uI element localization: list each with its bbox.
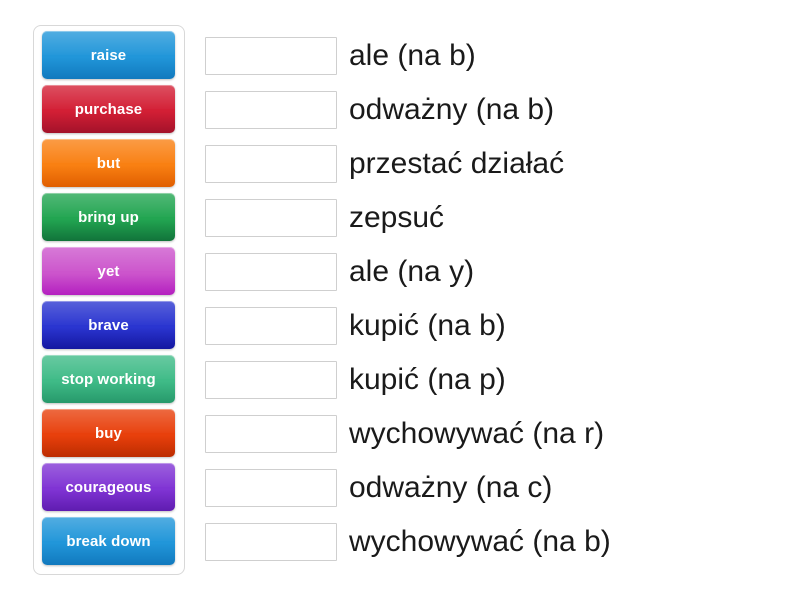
draggable-tile[interactable]: raise [42, 31, 175, 79]
answer-row: zepsuć [205, 191, 795, 245]
answer-row: wychowywać (na r) [205, 407, 795, 461]
tile-label: yet [97, 262, 120, 280]
answer-row: ale (na b) [205, 29, 795, 83]
answer-row: kupić (na b) [205, 299, 795, 353]
drop-slot[interactable] [205, 361, 337, 399]
prompt-text: przestać działać [349, 147, 565, 181]
answer-row: wychowywać (na b) [205, 515, 795, 569]
draggable-tile[interactable]: yet [42, 247, 175, 295]
answer-row: ale (na y) [205, 245, 795, 299]
drop-slot[interactable] [205, 469, 337, 507]
answer-row: odważny (na b) [205, 83, 795, 137]
activity-stage: raise purchase but bring up yet brave stop wor… [0, 0, 800, 600]
drop-slot[interactable] [205, 37, 337, 75]
prompt-text: kupić (na b) [349, 309, 506, 343]
tile-label: purchase [74, 100, 143, 118]
draggable-tile[interactable]: brave [42, 301, 175, 349]
drop-slot[interactable] [205, 91, 337, 129]
tile-label: stop working [61, 370, 156, 388]
draggable-tile[interactable]: stop working [42, 355, 175, 403]
drop-slot[interactable] [205, 145, 337, 183]
prompt-text: kupić (na p) [349, 363, 506, 397]
draggable-tile[interactable]: courageous [42, 463, 175, 511]
tile-label: break down [66, 532, 151, 550]
answer-rows-list: ale (na b) odważny (na b) przestać działać… [205, 29, 795, 569]
drop-slot[interactable] [205, 415, 337, 453]
draggable-tile[interactable]: bring up [42, 193, 175, 241]
draggable-tiles-panel: raise purchase but bring up yet brave stop wor… [33, 25, 185, 575]
answer-row: przestać działać [205, 137, 795, 191]
prompt-text: ale (na y) [349, 255, 475, 289]
draggable-tile[interactable]: but [42, 139, 175, 187]
drop-slot[interactable] [205, 199, 337, 237]
prompt-text: wychowywać (na r) [349, 417, 605, 451]
prompt-text: wychowywać (na b) [349, 525, 611, 559]
drop-slot[interactable] [205, 523, 337, 561]
draggable-tile[interactable]: buy [42, 409, 175, 457]
answer-row: odważny (na c) [205, 461, 795, 515]
draggable-tile[interactable]: purchase [42, 85, 175, 133]
tile-label: buy [95, 424, 122, 442]
tile-label: courageous [65, 478, 152, 496]
tile-label: bring up [78, 208, 139, 226]
tile-label: brave [88, 316, 129, 334]
drop-slot[interactable] [205, 253, 337, 291]
tile-label: raise [90, 46, 127, 64]
drop-slot[interactable] [205, 307, 337, 345]
draggable-tile[interactable]: break down [42, 517, 175, 565]
prompt-text: zepsuć [349, 201, 445, 235]
prompt-text: ale (na b) [349, 39, 476, 73]
tile-label: but [96, 154, 121, 172]
prompt-text: odważny (na c) [349, 471, 553, 505]
prompt-text: odważny (na b) [349, 93, 555, 127]
answer-row: kupić (na p) [205, 353, 795, 407]
